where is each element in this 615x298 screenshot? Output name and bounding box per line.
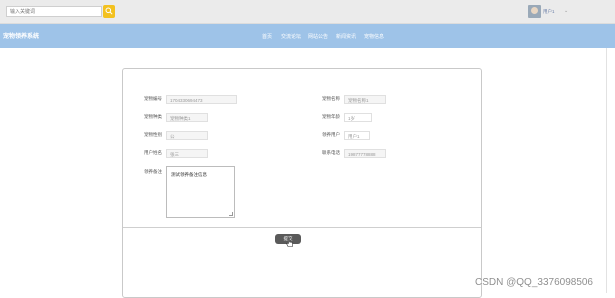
pet-type-label: 宠物种类 [144, 114, 162, 119]
pet-name-field[interactable]: 宠物名称1 [344, 95, 386, 104]
nav-item-pets[interactable]: 宠物信息 [364, 33, 384, 40]
pet-gender-label: 宠物性别 [144, 132, 162, 137]
pet-id-label: 宠物编号 [144, 96, 162, 101]
user-name-label: 用户姓名 [144, 150, 162, 155]
phone-label: 联系电话 [322, 150, 340, 155]
nav-item-forum[interactable]: 交流论坛 [281, 33, 301, 40]
nav-item-announcements[interactable]: 网站公告 [308, 33, 328, 40]
nav-item-news[interactable]: 新闻资讯 [336, 33, 356, 40]
remark-textarea[interactable]: 测试领养备注信息 [166, 166, 235, 218]
pet-age-field[interactable]: 1岁 [344, 113, 372, 122]
pet-type-field[interactable]: 宠物种类1 [166, 113, 208, 122]
nav-bar: 宠物领养系统 首页 交流论坛 网站公告 新闻资讯 宠物信息 [0, 24, 615, 48]
search-icon [105, 7, 113, 15]
search-input[interactable] [6, 6, 102, 17]
phone-field[interactable]: 19877778888 [344, 149, 386, 158]
user-name-field[interactable]: 张三 [166, 149, 208, 158]
top-bar: 用户1 ⌄ [0, 0, 615, 24]
remark-label: 领养备注 [144, 169, 162, 174]
site-brand[interactable]: 宠物领养系统 [3, 31, 39, 40]
resize-handle[interactable] [229, 212, 233, 216]
adopter-user-label: 领养用户 [322, 132, 340, 137]
adopter-user-field[interactable]: 用户1 [344, 131, 370, 140]
remark-text: 测试领养备注信息 [171, 172, 207, 177]
username[interactable]: 用户1 [543, 9, 555, 15]
watermark: CSDN @QQ_3376098506 [475, 277, 593, 288]
avatar[interactable] [528, 5, 541, 18]
form-divider [123, 227, 481, 228]
hand-cursor-icon [286, 238, 293, 247]
pet-age-label: 宠物年龄 [322, 114, 340, 119]
pet-name-label: 宠物名称 [322, 96, 340, 101]
scrollbar-track[interactable] [606, 48, 607, 293]
nav-item-home[interactable]: 首页 [262, 33, 272, 40]
pet-id-field[interactable]: 1704330694473 [166, 95, 237, 104]
pet-gender-field[interactable]: 公 [166, 131, 208, 140]
chevron-down-icon[interactable]: ⌄ [564, 8, 568, 14]
search-button[interactable] [103, 5, 115, 18]
